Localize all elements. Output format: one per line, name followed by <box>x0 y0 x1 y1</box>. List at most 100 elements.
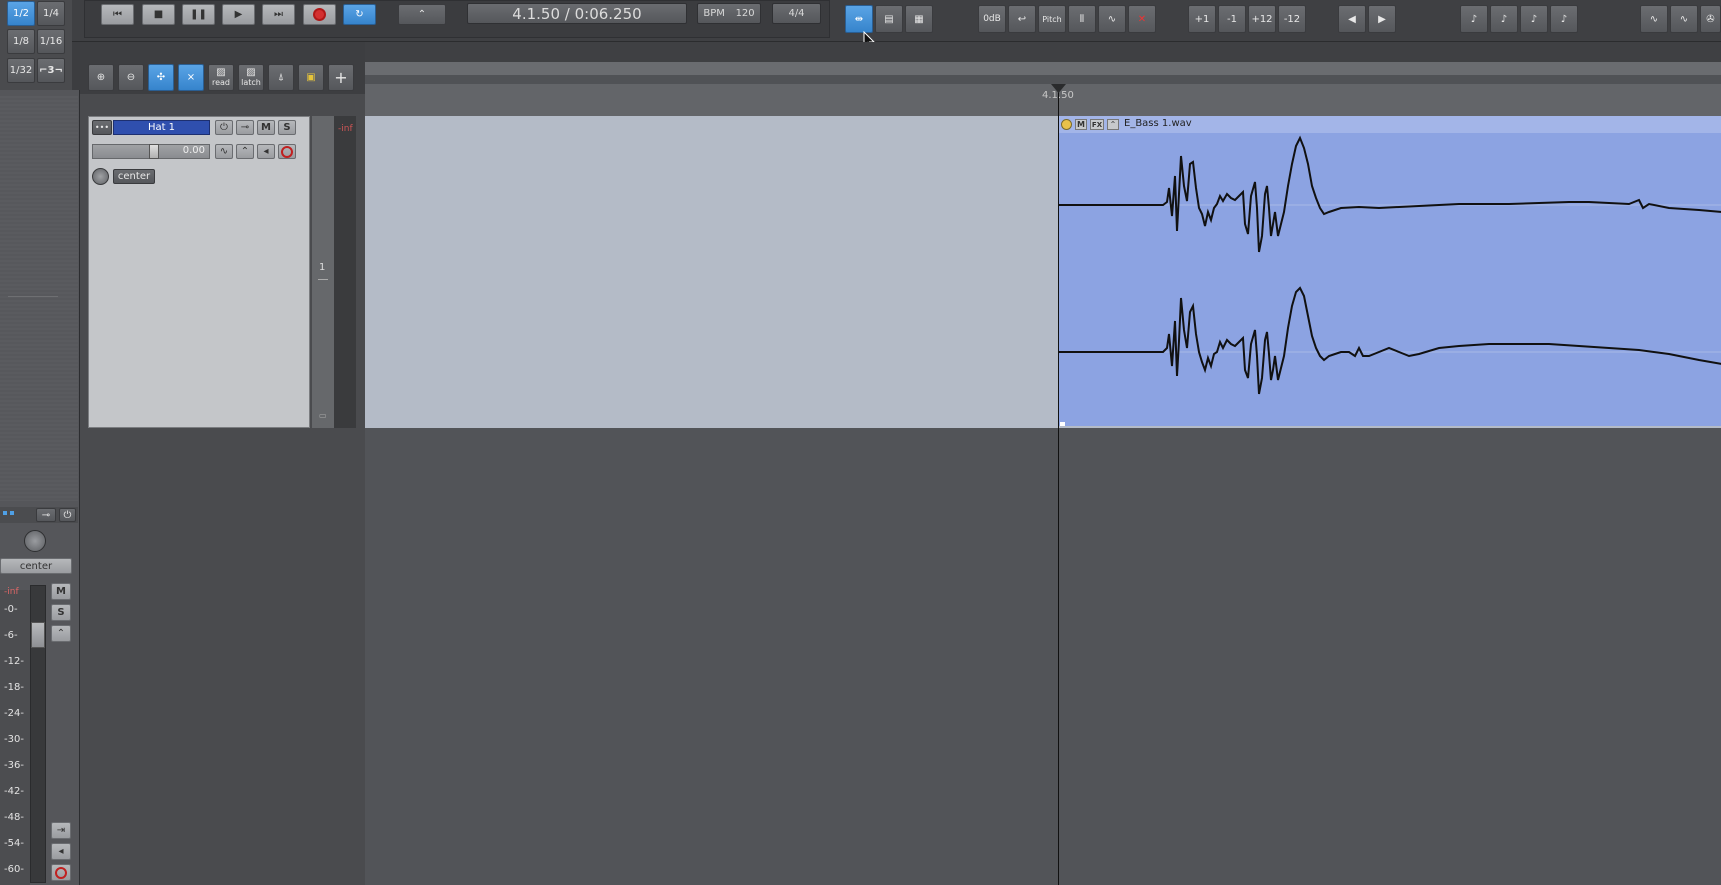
automation-read-button[interactable]: ▨ read <box>208 64 234 91</box>
note-up-button[interactable]: ♪ <box>1460 5 1488 33</box>
reverse-take-button[interactable]: ↩ <box>1008 5 1036 33</box>
track-mute-button[interactable]: M <box>257 120 275 135</box>
track-power-button[interactable]: ⏻ <box>215 120 233 135</box>
track-pan-display[interactable]: center <box>113 169 155 184</box>
zero-db-button[interactable]: 0dB <box>978 5 1006 33</box>
db-tick: -0- <box>4 604 18 615</box>
stop-button[interactable]: ■ <box>142 4 175 25</box>
region-lane[interactable] <box>365 62 1721 75</box>
fast-forward-button[interactable]: ⏭ <box>262 4 295 25</box>
previous-button[interactable]: ◀ <box>1338 5 1366 33</box>
item-fade-handle[interactable] <box>1060 422 1065 426</box>
pitch-button[interactable]: Pitch <box>1038 5 1066 33</box>
master-io-button[interactable]: ⇥ <box>51 822 71 839</box>
pitch-plus-twelve-button[interactable]: +12 <box>1248 5 1276 33</box>
master-mute-button[interactable]: M <box>51 583 71 600</box>
master-fader-track <box>30 585 46 883</box>
automation-mode-button[interactable]: ⌃ <box>398 4 446 25</box>
master-db-scale: -inf -0- -6- -12- -18- -24- -30- -36- -4… <box>0 587 30 885</box>
bpm-display[interactable]: BPM 120 <box>697 3 761 24</box>
remove-loop-button[interactable]: ✕ <box>1128 5 1156 33</box>
waveform-icon: ∿ <box>219 146 229 157</box>
pause-icon: ❚❚ <box>190 9 207 20</box>
item-mute-badge[interactable]: M <box>1075 119 1087 130</box>
master-phase-button[interactable]: ◂ <box>51 843 71 860</box>
track-record-arm-button[interactable] <box>278 144 296 159</box>
automation-latch-button[interactable]: ▨ latch <box>238 64 264 91</box>
octave-down-button[interactable]: ♪ <box>1550 5 1578 33</box>
add-track-button[interactable]: + <box>328 64 354 91</box>
master-envelope-button[interactable]: ⌃ <box>51 625 71 642</box>
timeline-ruler[interactable]: 4.1.50 <box>365 84 1721 116</box>
next-button[interactable]: ▶ <box>1368 5 1396 33</box>
playhead-marker-icon[interactable] <box>1051 84 1066 93</box>
pitch-minus-twelve-button[interactable]: -12 <box>1278 5 1306 33</box>
time-display[interactable]: 4.1.50 / 0:06.250 <box>467 3 687 24</box>
track-routing-button[interactable]: ⊸ <box>236 120 254 135</box>
item-lock-icon[interactable] <box>1061 119 1072 130</box>
media-item[interactable] <box>1058 116 1721 426</box>
grid-eighth-button[interactable]: 1/8 <box>7 29 35 54</box>
waveform-edit-button[interactable]: ∿ <box>1670 5 1698 33</box>
time-signature-display[interactable]: 4/4 <box>772 3 821 24</box>
stretch-markers-button[interactable]: ⦀ <box>1068 5 1096 33</box>
ripple-edit-button[interactable]: ⇹ <box>845 5 873 33</box>
rewind-button[interactable]: ⏮ <box>101 4 134 25</box>
grid-half-button[interactable]: 1/2 <box>7 1 35 26</box>
master-pan-knob[interactable] <box>24 530 46 552</box>
master-routing-button[interactable]: ⊸ <box>36 508 56 522</box>
master-power-button[interactable]: ⏻ <box>59 508 76 522</box>
triangle-left-icon: ◀ <box>1348 13 1356 25</box>
grid-icon: ▦ <box>914 13 924 25</box>
tcp-toolbar: ⊕ ⊖ ✣ ⨯ ▨ read ▨ latch ⍋ ▣ + <box>80 42 365 94</box>
move-tool-button[interactable]: ✣ <box>148 64 174 91</box>
master-fader-handle[interactable] <box>31 622 45 648</box>
track-envelope-button[interactable]: ⌃ <box>236 144 254 159</box>
item-fx-badge[interactable]: FX <box>1090 119 1104 130</box>
divider <box>318 279 328 280</box>
grid-quarter-button[interactable]: 1/4 <box>37 1 65 26</box>
track-pan-knob[interactable] <box>92 168 109 185</box>
grid-thirtysecond-button[interactable]: 1/32 <box>7 58 35 83</box>
pause-button[interactable]: ❚❚ <box>182 4 215 25</box>
master-io-bar: ⊸ ⏻ <box>0 507 78 523</box>
track-name-field[interactable]: Hat 1 <box>113 120 210 135</box>
track-control-panel[interactable]: ••• Hat 1 ⏻ ⊸ M S 0.00 ∿ ⌃ ◂ center <box>88 116 310 428</box>
pitch-plus-one-button[interactable]: +1 <box>1188 5 1216 33</box>
track-fx-button[interactable]: ∿ <box>215 144 233 159</box>
master-record-arm-button[interactable] <box>51 864 71 881</box>
track-solo-button[interactable]: S <box>278 120 296 135</box>
loop-source-button[interactable]: ∿ <box>1098 5 1126 33</box>
dots-icon: ••• <box>94 123 110 132</box>
snap-toggle-button[interactable]: ▦ <box>905 5 933 33</box>
snap-delete-button[interactable]: ▣ <box>298 64 324 91</box>
track-phase-button[interactable]: ◂ <box>257 144 275 159</box>
item-grouping-button[interactable]: ▤ <box>875 5 903 33</box>
volume-slider-handle[interactable] <box>149 144 159 159</box>
waveform-tool-button[interactable]: ∿ <box>1640 5 1668 33</box>
play-button[interactable]: ▶ <box>222 4 255 25</box>
record-button[interactable] <box>303 4 336 25</box>
master-pan-display[interactable]: center <box>0 558 72 574</box>
triangle-left-icon: ◂ <box>263 146 269 157</box>
marker-lane[interactable] <box>365 75 1721 84</box>
item-envelope-icon[interactable]: ⌃ <box>1107 119 1119 130</box>
zoom-in-button[interactable]: ⊕ <box>88 64 114 91</box>
track-volume-slider[interactable]: 0.00 <box>92 144 210 159</box>
render-button[interactable]: ✇ <box>1700 5 1721 33</box>
record-icon <box>281 145 293 158</box>
zoom-out-button[interactable]: ⊖ <box>118 64 144 91</box>
track-menu-button[interactable]: ••• <box>92 120 112 135</box>
metronome-button[interactable]: ⍋ <box>268 64 294 91</box>
repeat-button[interactable]: ↻ <box>343 4 376 25</box>
pitch-minus-one-button[interactable]: -1 <box>1218 5 1246 33</box>
note-down-button[interactable]: ♪ <box>1490 5 1518 33</box>
octave-up-button[interactable]: ♪ <box>1520 5 1548 33</box>
grid-sixteenth-button[interactable]: 1/16 <box>37 29 65 54</box>
media-item-header[interactable]: M FX ⌃ E_Bass 1.wav <box>1058 116 1721 133</box>
grid-triplet-button[interactable]: ⌐3¬ <box>37 58 65 83</box>
db-tick: -60- <box>4 864 24 875</box>
crossfade-button[interactable]: ⨯ <box>178 64 204 91</box>
master-solo-button[interactable]: S <box>51 604 71 621</box>
folder-icon[interactable]: ▭ <box>319 411 327 420</box>
